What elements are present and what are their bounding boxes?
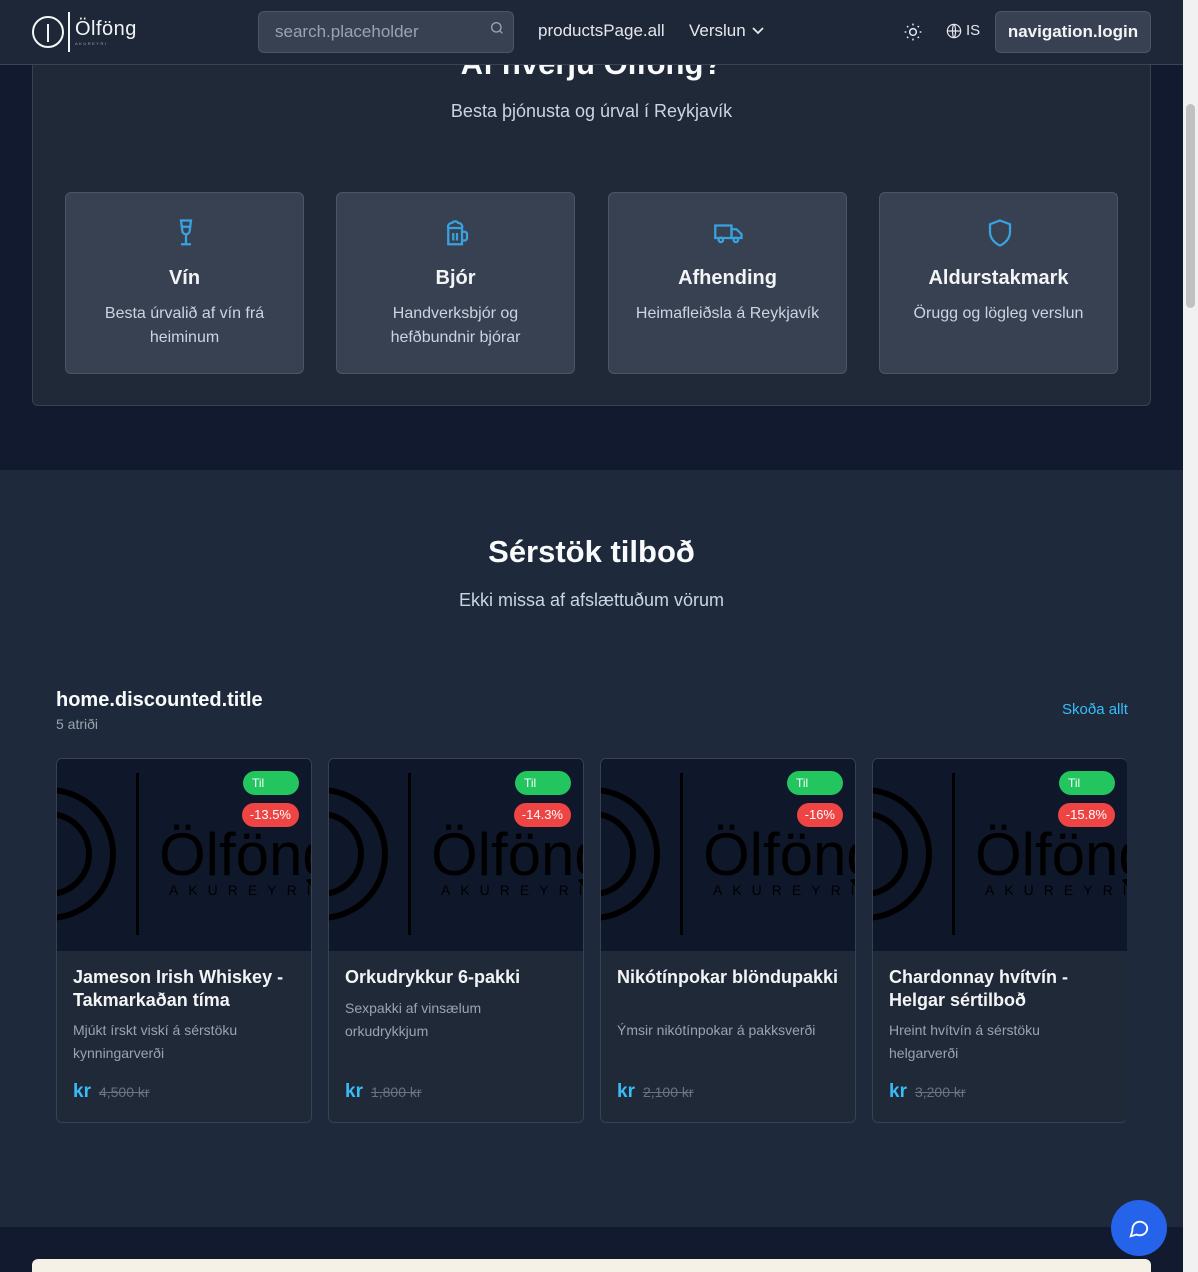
next-section [0, 1227, 1183, 1272]
old-price: 2,100 kr [642, 1084, 694, 1100]
product-desc: Mjúkt írskt viskí á sérstöku kynningarve… [73, 1022, 238, 1061]
feature-desc: Heimafleiðsla á Reykjavík [635, 305, 820, 322]
old-price: 1,800 kr [370, 1084, 422, 1100]
chat-bubble-icon [1129, 1220, 1149, 1238]
discounted-title: home.discounted.title [56, 689, 263, 711]
chat-button[interactable] [1111, 1200, 1167, 1256]
search-icon[interactable] [489, 20, 505, 36]
truck-icon [714, 224, 743, 244]
feature-title: Afhending [678, 267, 777, 289]
search-box [258, 11, 514, 53]
stock-badge: Til [1059, 771, 1115, 795]
product-desc: Sexpakki af vinsælum orkudrykkjum [345, 1000, 482, 1039]
image-logo-text: Ölföng [431, 821, 583, 888]
feature-desc: Handverksbjór og hefðbundnir bjórar [390, 305, 521, 346]
product-card[interactable]: Ölföng AKUREYRI Til -13.5% Jameson Irish… [56, 758, 312, 1123]
view-all-link[interactable]: Skoða allt [1062, 701, 1128, 718]
image-logo-text: Ölföng [703, 821, 855, 888]
logo-subtext: AKUREYRI [75, 40, 108, 46]
price-currency: kr [617, 1081, 635, 1102]
price-currency: kr [73, 1081, 91, 1102]
feature-title: Aldurstakmark [928, 267, 1069, 289]
price-currency: kr [889, 1081, 907, 1102]
offers-subtitle: Ekki missa af afslættuðum vörum [458, 590, 725, 610]
logo-mark [32, 16, 64, 48]
wine-glass-icon [179, 219, 193, 246]
nav-shop-label: Verslun [689, 21, 746, 40]
feature-card-wine: Vín Besta úrvalið af vín frá heiminum [65, 192, 304, 374]
feature-title: Vín [168, 267, 201, 289]
why-card: Af hverju Ölföng? Besta þjónusta og úrva… [32, 45, 1151, 406]
shield-icon [988, 219, 1012, 247]
feature-title: Bjór [435, 267, 476, 289]
old-price: 3,200 kr [914, 1084, 966, 1100]
discount-badge: -16% [796, 803, 843, 827]
product-price: kr 4,500 kr [73, 1081, 150, 1103]
nav-all-products[interactable]: productsPage.all [538, 21, 665, 41]
chevron-down-icon [752, 27, 764, 35]
feature-card-beer: Bjór Handverksbjór og hefðbundnir bjórar [336, 192, 575, 374]
special-offers-section: Sérstök tilboð Ekki missa af afslættuðum… [0, 470, 1183, 1227]
discount-badge: -15.8% [1057, 803, 1115, 827]
product-image: Ölföng AKUREYRI Til -15.8% [873, 759, 1127, 951]
discount-badge: -14.3% [513, 803, 571, 827]
stock-badge: Til [515, 771, 571, 795]
feature-desc: Besta úrvalið af vín frá heiminum [104, 305, 265, 346]
product-card[interactable]: Ölföng AKUREYRI Til -16% Nikótínpokar bl… [600, 758, 856, 1123]
product-price: kr 1,800 kr [345, 1081, 422, 1103]
language-switcher[interactable]: IS [946, 22, 980, 39]
logo[interactable]: Ölföng AKUREYRI [32, 11, 137, 53]
globe-icon [946, 23, 962, 38]
offers-title: Sérstök tilboð [488, 534, 695, 569]
why-section: Af hverju Ölföng? Besta þjónusta og úrva… [0, 45, 1183, 470]
stock-badge: Til [787, 771, 843, 795]
product-image: Ölföng AKUREYRI Til -13.5% [57, 759, 311, 951]
image-logo-text: Ölföng [159, 821, 311, 888]
scrollbar-thumb[interactable] [1186, 104, 1195, 308]
product-price: kr 3,200 kr [889, 1081, 966, 1103]
old-price: 4,500 kr [98, 1084, 150, 1100]
product-card[interactable]: Ölföng AKUREYRI Til -15.8% Chardonnay hv… [872, 758, 1127, 1123]
discounted-count: 5 atriði [56, 716, 99, 732]
next-section-card [32, 1259, 1151, 1272]
product-image: Ölföng AKUREYRI Til -14.3% [329, 759, 583, 951]
product-price: kr 2,100 kr [617, 1081, 694, 1103]
image-logo-sub: AKUREYRI [985, 882, 1127, 898]
why-subtitle: Besta þjónusta og úrval í Reykjavík [450, 101, 733, 121]
search-input[interactable] [275, 22, 475, 42]
product-desc: Ýmsir nikótínpokar á pakksverði [617, 1022, 816, 1038]
price-currency: kr [345, 1081, 363, 1102]
product-desc: Hreint hvítvín á sérstöku helgarverði [889, 1022, 1040, 1061]
beer-mug-icon [446, 220, 469, 246]
sun-icon[interactable] [903, 22, 923, 42]
discount-badge: -13.5% [241, 803, 299, 827]
language-label: IS [966, 22, 981, 39]
feature-card-age-limit: Aldurstakmark Örugg og lögleg verslun [879, 192, 1118, 374]
product-name[interactable]: Nikótínpokar blöndupakki [617, 966, 839, 989]
stock-badge: Til [243, 771, 299, 795]
product-name[interactable]: Jameson Irish Whiskey - Takmarkaðan tíma [73, 966, 295, 1012]
product-name[interactable]: Chardonnay hvítvín - Helgar sértilboð [889, 966, 1111, 1012]
page-scrollbar[interactable] [1183, 0, 1198, 1272]
site-header: Ölföng AKUREYRI productsPage.all Verslun… [0, 0, 1183, 65]
image-logo-sub: AKUREYRI [441, 882, 583, 898]
login-button[interactable]: navigation.login [995, 11, 1151, 53]
image-logo-sub: AKUREYRI [169, 882, 311, 898]
product-image: Ölföng AKUREYRI Til -16% [601, 759, 855, 951]
product-name[interactable]: Orkudrykkur 6-pakki [345, 966, 567, 989]
feature-card-delivery: Afhending Heimafleiðsla á Reykjavík [608, 192, 847, 374]
feature-desc: Örugg og lögleg verslun [913, 305, 1084, 322]
image-logo-sub: AKUREYRI [713, 882, 855, 898]
nav-shop-dropdown[interactable]: Verslun [689, 21, 764, 41]
image-logo-text: Ölföng [975, 821, 1127, 888]
product-card[interactable]: Ölföng AKUREYRI Til -14.3% Orkudrykkur 6… [328, 758, 584, 1123]
logo-text: Ölföng [75, 17, 137, 40]
